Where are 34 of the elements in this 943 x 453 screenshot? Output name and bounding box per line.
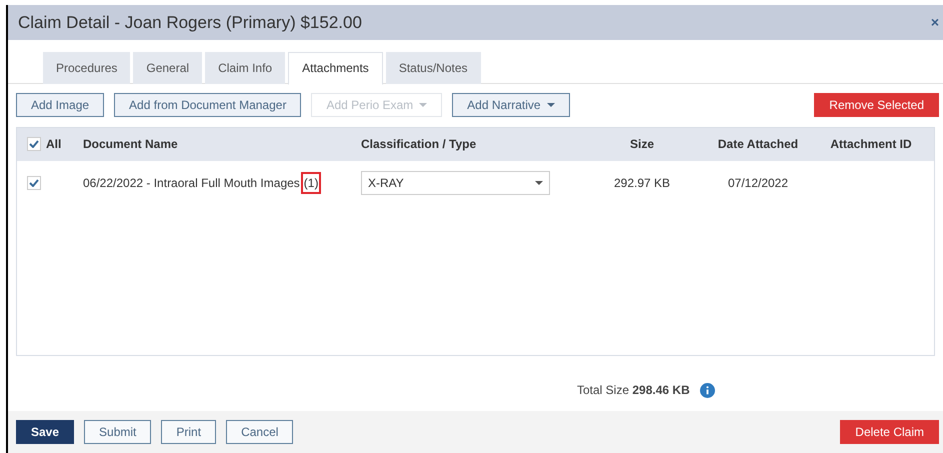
column-header: Size (630, 137, 654, 152)
table-cell: 07/12/2022 (728, 176, 788, 190)
total-size: Total Size 298.46 KB (577, 382, 690, 400)
column-header: Date Attached (718, 137, 798, 152)
table-cell: 292.97 KB (614, 176, 670, 190)
checkbox[interactable] (27, 137, 41, 152)
caret-icon (419, 102, 428, 107)
toolbar-button[interactable]: Add Image (16, 92, 104, 117)
delete-button[interactable]: Delete Claim (840, 420, 939, 444)
column-header: Attachment ID (830, 137, 912, 152)
select-all-label: All (46, 136, 62, 154)
tab[interactable]: General (133, 52, 202, 84)
toolbar-button[interactable]: Add Narrative (452, 92, 570, 117)
classification-dropdown[interactable]: X-RAY (361, 170, 550, 195)
footer-button[interactable]: Submit (84, 420, 152, 444)
tab[interactable]: Status/Notes (386, 52, 481, 84)
save-button[interactable]: Save (16, 420, 74, 444)
column-header: Document Name (83, 137, 178, 152)
tab[interactable]: Attachments (288, 52, 383, 85)
image-count: (1) (300, 172, 322, 194)
caret-icon (535, 180, 543, 185)
tab[interactable]: Procedures (43, 52, 130, 84)
info-icon[interactable] (700, 382, 715, 398)
toolbar-button[interactable]: Add from Document Manager (114, 92, 302, 117)
footer-button[interactable]: Print (161, 420, 216, 444)
close-button[interactable]: × (930, 12, 939, 33)
window-title: Claim Detail - Joan Rogers (Primary) $152.00 (18, 12, 362, 34)
remove-button[interactable]: Remove Selected (814, 92, 939, 117)
caret-icon (546, 102, 555, 107)
footer-button[interactable]: Cancel (226, 420, 294, 444)
checkbox[interactable] (27, 176, 41, 190)
tab[interactable]: Claim Info (205, 52, 286, 84)
table-cell-text: 06/22/2022 - Intraoral Full Mouth Images (83, 174, 300, 192)
column-header: Classification / Type (361, 137, 476, 152)
